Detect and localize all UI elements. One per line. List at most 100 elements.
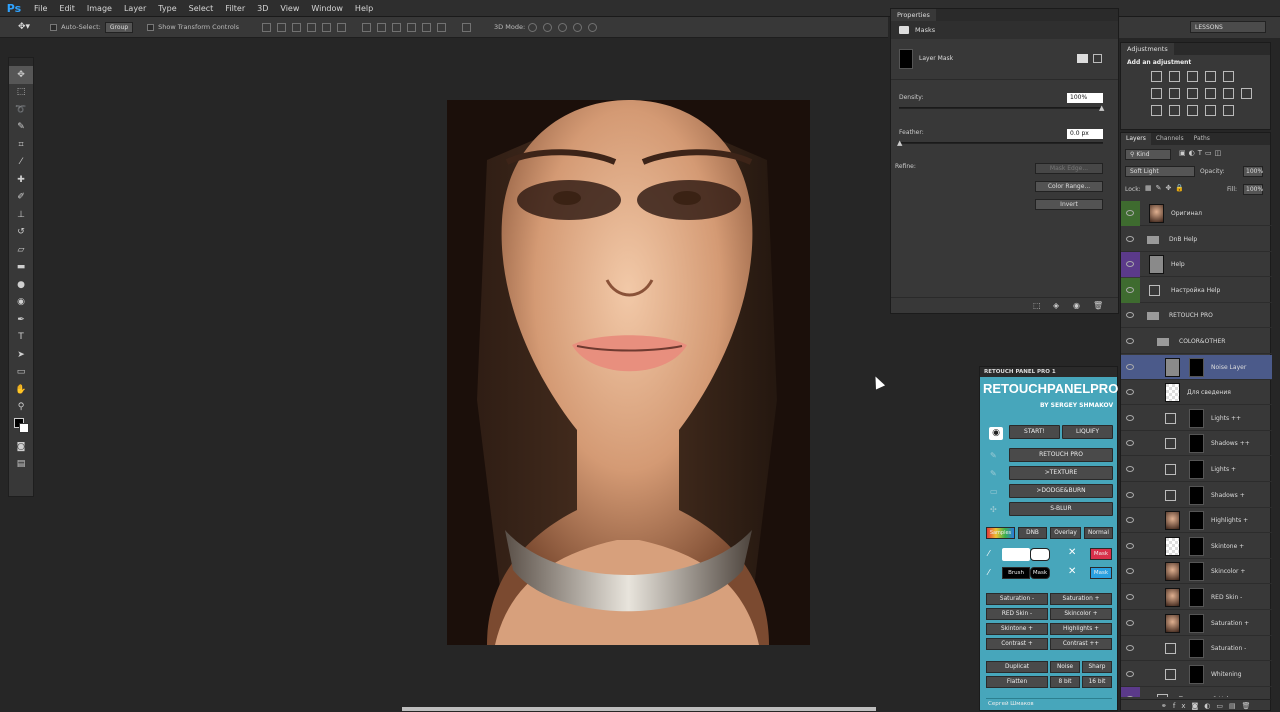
s-blur-button[interactable]: S-BLUR	[1009, 502, 1113, 516]
feather-field[interactable]: 0.0 px	[1067, 129, 1103, 139]
dodge-tool-icon[interactable]: ◉	[9, 294, 33, 312]
density-slider[interactable]	[899, 107, 1103, 109]
layer-row[interactable]: Noise Layer	[1121, 354, 1272, 380]
layer-row[interactable]: Настройка Help	[1121, 277, 1272, 303]
layer-row[interactable]: Skintone +	[1121, 534, 1272, 559]
layer-row[interactable]: Highlights +	[1121, 508, 1272, 534]
menu-window[interactable]: Window	[305, 0, 349, 17]
opacity-field[interactable]: 100%	[1243, 166, 1263, 177]
sharp-button[interactable]: Sharp	[1082, 661, 1112, 673]
visibility-eye-icon[interactable]	[1126, 363, 1134, 370]
distribute-vcenter-icon[interactable]	[377, 22, 387, 32]
align-right-icon[interactable]	[337, 22, 347, 32]
density-slider-handle-icon[interactable]: ▲	[1099, 104, 1104, 112]
visibility-eye-icon[interactable]	[1126, 286, 1134, 293]
dnb-button[interactable]: DNB	[1018, 527, 1047, 539]
blur-tool-icon[interactable]: ●	[9, 276, 33, 294]
layer-row[interactable]: Lights ++	[1121, 406, 1272, 431]
curves-icon[interactable]	[1187, 71, 1198, 82]
align-bottom-icon[interactable]	[292, 22, 302, 32]
layer-footer-icons[interactable]: ⚭fx◙◐▭▤🗑	[1121, 699, 1272, 711]
contrast-plusplus-button[interactable]: Contrast ++	[1050, 638, 1112, 650]
tools-panel-header[interactable]	[9, 58, 33, 66]
layer-row[interactable]: Оригинал	[1121, 201, 1272, 226]
distribute-bottom-icon[interactable]	[392, 22, 402, 32]
menu-type[interactable]: Type	[152, 0, 182, 17]
texture-button[interactable]: >TEXTURE	[1009, 466, 1113, 480]
visibility-eye-icon[interactable]	[1126, 312, 1134, 319]
3d-drag-icon[interactable]	[558, 22, 568, 32]
apply-mask-icon[interactable]: ◈	[1053, 301, 1059, 310]
visibility-eye-icon[interactable]	[1126, 414, 1134, 421]
shape-tool-icon[interactable]: ▭	[9, 364, 33, 382]
pixel-mask-icon[interactable]	[1077, 54, 1088, 63]
workspace-switcher[interactable]: LESSONS	[1190, 21, 1266, 33]
move-tool-icon[interactable]: ✥▾	[18, 22, 30, 32]
history-brush-tool-icon[interactable]: ↺	[9, 224, 33, 242]
layer-row[interactable]: Whitening	[1121, 662, 1272, 687]
layer-row[interactable]: RED Skin -	[1121, 585, 1272, 610]
menu-file[interactable]: File	[28, 0, 53, 17]
tab-adjustments[interactable]: Adjustments	[1121, 43, 1174, 55]
layer-filter-dropdown[interactable]: ⚲ Kind	[1125, 149, 1171, 160]
3d-rotate-icon[interactable]	[528, 22, 538, 32]
3d-scale-icon[interactable]	[588, 22, 598, 32]
auto-select-dropdown[interactable]: Group	[104, 21, 134, 33]
pen-tool-icon[interactable]: ✒	[9, 311, 33, 329]
flatten-button[interactable]: Flatten	[986, 676, 1048, 688]
path-select-tool-icon[interactable]: ➤	[9, 346, 33, 364]
selective-color-icon[interactable]	[1205, 105, 1216, 116]
red-skin-minus-button[interactable]: RED Skin -	[986, 608, 1048, 620]
white-brush-swatch[interactable]	[1002, 548, 1030, 561]
duplicate-button[interactable]: Duplicat	[986, 661, 1048, 673]
gradient-tool-icon[interactable]: ▬	[9, 259, 33, 277]
layer-row[interactable]: Saturation -	[1121, 636, 1272, 662]
marquee-tool-icon[interactable]: ⬚	[9, 84, 33, 102]
highlights-plus-button[interactable]: Highlights +	[1050, 623, 1112, 635]
visibility-eye-icon[interactable]	[1126, 210, 1134, 216]
blend-mode-dropdown[interactable]: Soft Light	[1125, 166, 1195, 177]
color-lookup-icon[interactable]	[1241, 88, 1252, 99]
camera-icon[interactable]: ◉	[989, 427, 1003, 440]
brush-button[interactable]: Brush	[1002, 567, 1030, 579]
white-cloud-swatch[interactable]	[1030, 548, 1050, 561]
normal-button[interactable]: Normal	[1084, 527, 1113, 539]
visibility-eye-icon[interactable]	[1126, 645, 1134, 652]
align-left-icon[interactable]	[307, 22, 317, 32]
mask-red-button[interactable]: Mask	[1090, 548, 1112, 560]
layer-row[interactable]: Для сведения	[1121, 380, 1272, 406]
mask-blue-button[interactable]: Mask	[1090, 567, 1112, 579]
vector-mask-icon[interactable]	[1093, 54, 1102, 63]
check-icon[interactable]: ✕	[1068, 566, 1076, 577]
crop-tool-icon[interactable]: ⌗	[9, 136, 33, 154]
layer-row[interactable]: Lights +	[1121, 457, 1272, 482]
retouch-panel-header[interactable]: RETOUCH PANEL PRO 1	[980, 367, 1117, 377]
liquify-button[interactable]: LIQUIFY	[1062, 425, 1113, 439]
contrast-plus-button[interactable]: Contrast +	[986, 638, 1048, 650]
start-button[interactable]: START!	[1009, 425, 1060, 439]
3d-roll-icon[interactable]	[543, 22, 553, 32]
skincolor-plus-button[interactable]: Skincolor +	[1050, 608, 1112, 620]
eyedropper-tool-icon[interactable]: ⁄	[9, 154, 33, 172]
visibility-eye-icon[interactable]	[1126, 542, 1134, 549]
3d-slide-icon[interactable]	[573, 22, 583, 32]
saturation-minus-button[interactable]: Saturation -	[986, 593, 1048, 605]
density-field[interactable]: 100%	[1067, 93, 1103, 103]
align-hcenter-icon[interactable]	[322, 22, 332, 32]
visibility-icon[interactable]: ◉	[1073, 301, 1080, 310]
layer-row[interactable]: Текстурный Help	[1121, 687, 1272, 697]
load-selection-icon[interactable]: ⬚	[1033, 301, 1041, 310]
tab-channels[interactable]: Channels	[1151, 133, 1189, 145]
horizontal-scrollbar[interactable]	[402, 707, 876, 711]
distribute-top-icon[interactable]	[362, 22, 372, 32]
menu-3d[interactable]: 3D	[251, 0, 274, 17]
visibility-eye-icon[interactable]	[1126, 568, 1134, 575]
invert-adjust-icon[interactable]	[1151, 105, 1162, 116]
auto-align-icon[interactable]	[462, 22, 472, 32]
samples-button[interactable]: Samples	[986, 527, 1015, 539]
color-range-button[interactable]: Color Range...	[1035, 181, 1103, 192]
visibility-eye-icon[interactable]	[1126, 670, 1134, 677]
visibility-eye-icon[interactable]	[1126, 517, 1134, 524]
channel-mixer-icon[interactable]	[1223, 88, 1234, 99]
quick-mask-icon[interactable]: ◙	[9, 438, 33, 456]
